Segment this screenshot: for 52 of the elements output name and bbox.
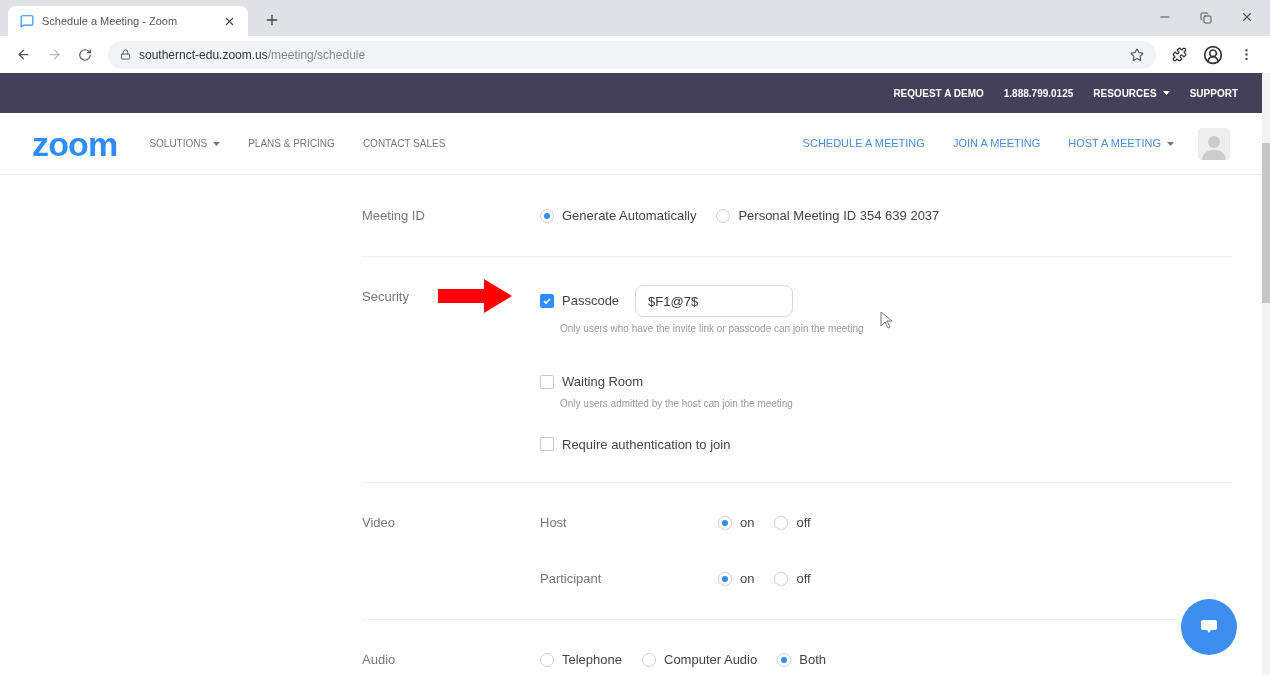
top-link[interactable]: REQUEST A DEMO [893, 85, 984, 101]
scrollbar[interactable] [1262, 73, 1270, 675]
radio-option[interactable]: off [774, 513, 811, 533]
nav-link[interactable]: PLANS & PRICING [248, 136, 335, 151]
radio-option[interactable]: off [774, 569, 811, 589]
top-link[interactable]: SUPPORT [1189, 85, 1238, 101]
hint-text: Only users admitted by the host can join the meeting [560, 396, 793, 411]
section-label: Audio [362, 651, 397, 669]
cursor-icon [880, 311, 892, 329]
radio-option[interactable]: Personal Meeting ID 354 639 2037 [716, 206, 940, 226]
restore-icon[interactable] [1200, 12, 1212, 24]
section-label: Security [362, 288, 410, 306]
nav-link[interactable]: HOST A MEETING [1068, 135, 1174, 152]
option-label: Require authentication to join [562, 435, 731, 454]
top-link[interactable]: 1.888.799.0125 [1003, 85, 1074, 101]
top-link[interactable]: RESOURCES [1093, 85, 1170, 101]
new-tab-icon[interactable] [264, 12, 280, 28]
back-icon[interactable] [16, 47, 31, 62]
chat-button[interactable] [1181, 599, 1237, 655]
hint-text: Only users who have the invite link or passcode can join the meeting [560, 322, 864, 336]
nav-link[interactable]: CONTACT SALES [362, 136, 446, 151]
radio-option[interactable]: Computer Audio [642, 650, 758, 670]
nav-link[interactable]: SOLUTIONS [149, 136, 221, 151]
nav-link[interactable]: JOIN A MEETING [952, 135, 1041, 152]
browser-tab[interactable]: Schedule a Meeting - Zoom [8, 6, 248, 36]
chat-icon [1201, 620, 1217, 634]
puzzle-icon[interactable] [1172, 47, 1187, 62]
profile-icon[interactable] [1203, 44, 1223, 65]
lock-icon [120, 49, 131, 60]
checkbox[interactable] [540, 374, 554, 389]
row-label: Participant [540, 570, 603, 589]
forward-icon[interactable] [47, 47, 62, 62]
tab-favicon-icon [20, 14, 34, 28]
checkbox[interactable] [540, 437, 554, 452]
option-label: Waiting Room [562, 373, 644, 391]
reload-icon[interactable] [78, 47, 92, 62]
option-label: Passcode [562, 292, 620, 311]
address-bar[interactable]: southernct-edu.zoom.us/meeting/schedule [108, 40, 1156, 69]
radio-option[interactable]: on [718, 569, 755, 589]
close-window-icon[interactable] [1240, 10, 1254, 24]
radio-option[interactable]: Telephone [540, 650, 622, 670]
radio-option[interactable]: Generate Automatically [540, 206, 697, 226]
section-label: Video [362, 514, 396, 532]
radio-option[interactable]: Both [777, 650, 826, 670]
checkbox[interactable] [540, 294, 554, 308]
bookmark-icon[interactable] [1130, 47, 1144, 62]
radio-option[interactable]: on [718, 513, 755, 533]
section-label: Meeting ID [362, 207, 426, 225]
row-label: Host [540, 514, 568, 533]
passcode-field[interactable]: $F1@7$ [635, 285, 794, 317]
check-icon [542, 296, 552, 306]
nav-link[interactable]: SCHEDULE A MEETING [802, 135, 925, 152]
